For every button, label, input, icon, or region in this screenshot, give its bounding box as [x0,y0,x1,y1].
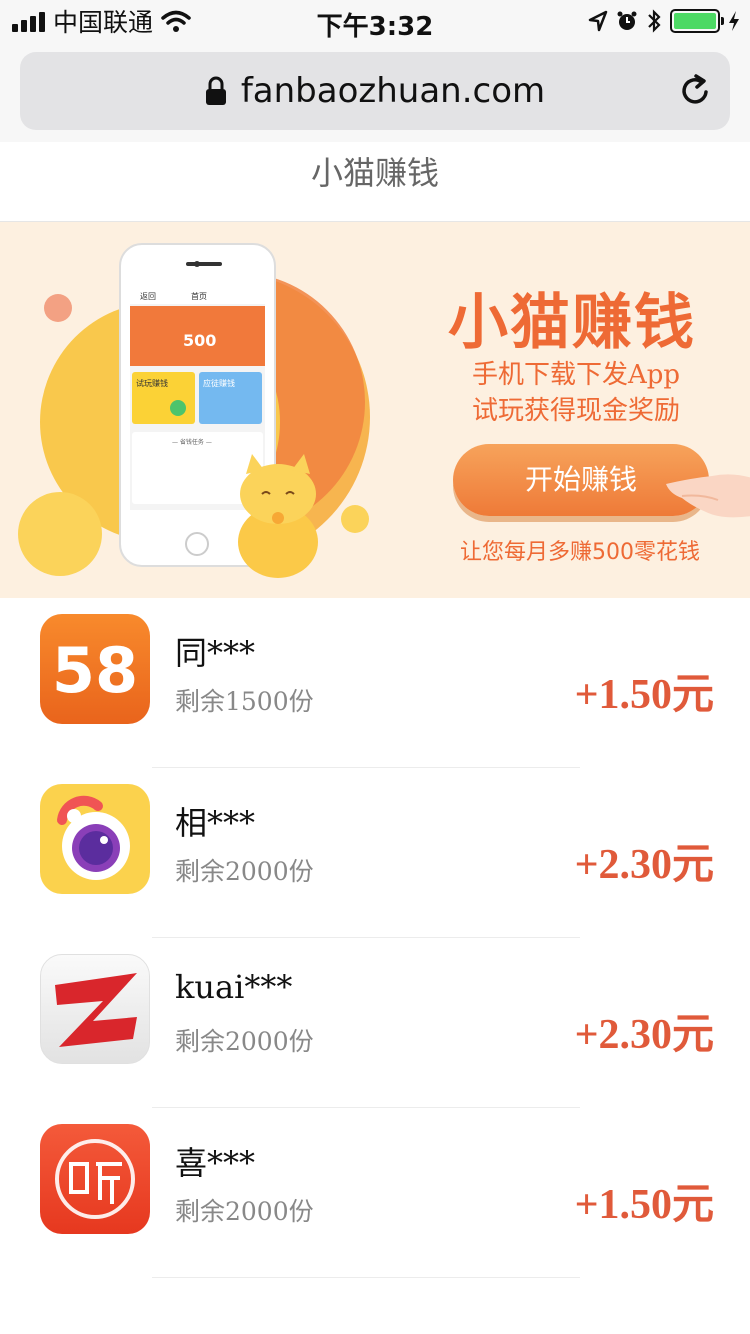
reload-icon[interactable] [678,74,712,108]
lock-icon [205,76,226,105]
phone-nav-title: 首页 [191,291,207,301]
app-name: kuai*** [175,968,293,1006]
bluetooth-icon [648,9,661,33]
divider [152,1277,580,1278]
svg-text:58: 58 [52,634,138,707]
browser-toolbar: fanbaozhuan.com [0,42,750,142]
banner-subtitle-1: 手机下载下发App [471,360,681,390]
banner-footer: 让您每月多赚500零花钱 [460,540,700,565]
remaining-count: 剩余2000份 [175,857,314,886]
list-item[interactable]: 喜*** 剩余2000份 +1.50元 [0,1108,750,1278]
phone-card1-title: 试玩赚钱 [136,378,168,388]
reward-amount: +1.50元 [574,672,714,718]
58-app-icon: 58 [40,614,150,724]
list-item[interactable]: 相*** 剩余2000份 +2.30元 [0,768,750,938]
pointing-hand-icon [666,474,750,518]
app-name: 同*** [175,634,256,672]
page-title: 小猫赚钱 [0,142,750,222]
status-bar: 中国联通 下午3:32 [0,0,750,42]
banner-title: 小猫赚钱 [448,288,696,358]
banner-subtitle-2: 试玩获得现金奖励 [471,396,680,426]
address-bar[interactable]: fanbaozhuan.com [20,52,730,130]
alarm-icon [617,11,637,30]
kuaiya-app-icon [40,954,150,1064]
app-name: 喜*** [175,1144,256,1182]
phone-back-label: 返回 [140,292,156,301]
ximalaya-app-icon [40,1124,150,1234]
task-list: 58 同*** 剩余1500份 +1.50元 相*** 剩余2000份 +2.3… [0,598,750,1278]
reward-amount: +2.30元 [574,842,714,888]
charging-bolt-icon [729,11,739,31]
reward-amount: +2.30元 [574,1012,714,1058]
list-item[interactable]: kuai*** 剩余2000份 +2.30元 [0,938,750,1108]
camera-app-icon [40,784,150,894]
remaining-count: 剩余2000份 [175,1197,314,1226]
url-text[interactable]: fanbaozhuan.com [241,71,545,111]
remaining-count: 剩余2000份 [175,1027,314,1056]
promo-banner[interactable]: 返回 首页 500 试玩赚钱 应徒赚钱 — 省钱任务 — 小猫赚钱 手机下载下发… [0,222,750,598]
phone-card2-title: 应徒赚钱 [203,378,235,388]
location-arrow-icon [588,10,608,32]
remaining-count: 剩余1500份 [175,687,314,716]
phone-section-title: — 省钱任务 — [172,438,212,446]
app-name: 相*** [175,804,256,842]
battery-icon [670,9,724,33]
banner-illustration: 返回 首页 500 试玩赚钱 应徒赚钱 — 省钱任务 — [18,243,370,578]
phone-amount: 500 [183,331,216,350]
list-item[interactable]: 58 同*** 剩余1500份 +1.50元 [0,598,750,768]
status-right [588,6,740,36]
reward-amount: +1.50元 [574,1182,714,1228]
